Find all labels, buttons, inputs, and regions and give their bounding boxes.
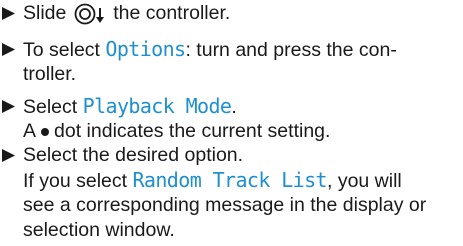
step-text: To select <box>23 39 100 61</box>
note-text: A <box>23 120 37 142</box>
step-select-desired-option: Select the desired option. If you select… <box>0 143 458 243</box>
bullet-triangle-icon <box>0 94 22 119</box>
note-text: , you will <box>326 170 402 192</box>
filled-dot-icon <box>36 119 54 144</box>
step-select-playback-mode: Select Playback Mode. Adot indicates the… <box>0 94 458 144</box>
step-text: Select the desired option. <box>23 144 244 166</box>
menu-term-random-track-list: Random Track List <box>132 168 327 192</box>
note-text: dot indicates the current setting. <box>54 120 331 142</box>
step-text: : turn and press the con- <box>185 39 397 61</box>
step-text: troller. <box>23 63 77 85</box>
bullet-triangle-icon <box>0 37 22 62</box>
step-slide-controller: Slide the controller. <box>0 1 458 26</box>
bullet-triangle-icon <box>0 1 22 26</box>
step-text: Slide <box>23 2 67 24</box>
step-text: the controller. <box>113 2 231 24</box>
instruction-list: Slide the controller. To select Options:… <box>0 0 463 246</box>
step-select-options: To select Options: turn and press the co… <box>0 37 458 87</box>
step-text: Select <box>23 96 78 118</box>
bullet-triangle-icon <box>0 143 22 168</box>
step-text: . <box>231 96 237 118</box>
menu-term-playback-mode: Playback Mode <box>82 94 232 118</box>
note-text: selection window. <box>23 219 175 241</box>
controller-slide-down-icon <box>73 1 107 26</box>
note-text: If you select <box>23 170 128 192</box>
note-text: see a corresponding message in the displ… <box>23 194 427 216</box>
menu-term-options: Options <box>105 37 186 61</box>
